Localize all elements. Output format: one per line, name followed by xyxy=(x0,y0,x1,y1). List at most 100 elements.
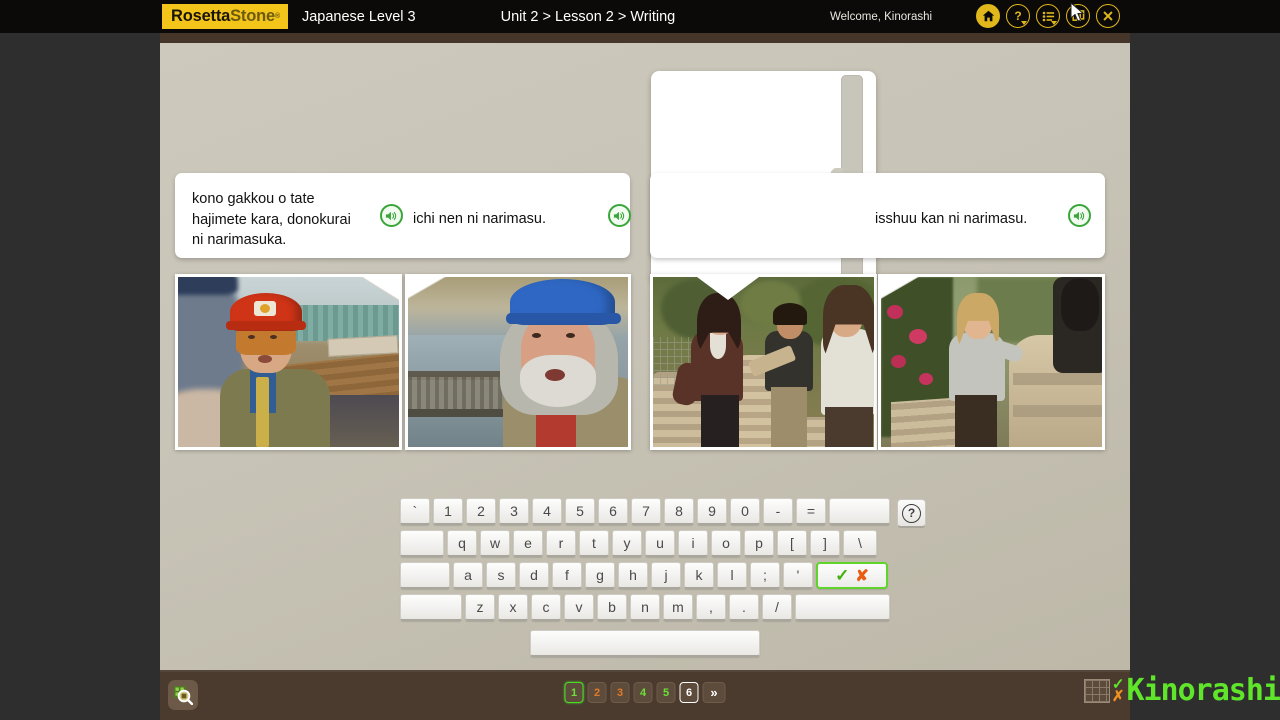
speaker-icon-answer-1[interactable] xyxy=(608,204,631,227)
pager-item-2[interactable]: 2 xyxy=(587,682,607,703)
mouse-cursor xyxy=(1070,2,1085,22)
key-z[interactable]: z xyxy=(465,594,495,621)
key-bracket-right[interactable]: ] xyxy=(810,530,840,557)
key-l[interactable]: l xyxy=(717,562,747,589)
space-key[interactable] xyxy=(530,630,760,657)
logo-trademark: ® xyxy=(274,13,280,20)
key-slash[interactable]: / xyxy=(762,594,792,621)
on-screen-keyboard: ` 1 2 3 4 5 6 7 8 9 0 - = q w e r t y u … xyxy=(400,498,926,662)
dialogue-card-right: isshuu kan ni narimasu. xyxy=(650,173,1105,258)
key-6[interactable]: 6 xyxy=(598,498,628,525)
watermark-cross-icon: ✗ xyxy=(1111,688,1125,705)
enter-key[interactable]: ✓ ✘ xyxy=(816,562,888,589)
chevron-down-icon xyxy=(1051,20,1057,25)
key-bracket-left[interactable]: [ xyxy=(777,530,807,557)
key-f[interactable]: f xyxy=(552,562,582,589)
keyboard-row-numbers: ` 1 2 3 4 5 6 7 8 9 0 - = xyxy=(400,498,890,525)
key-e[interactable]: e xyxy=(513,530,543,557)
check-icon: ✓ xyxy=(835,565,850,585)
cross-icon: ✘ xyxy=(855,567,869,585)
key-r[interactable]: r xyxy=(546,530,576,557)
key-8[interactable]: 8 xyxy=(664,498,694,525)
key-2[interactable]: 2 xyxy=(466,498,496,525)
key-c[interactable]: c xyxy=(531,594,561,621)
speech-tail-photo-3 xyxy=(697,277,759,300)
keyboard-help-button[interactable]: ? xyxy=(897,499,926,528)
photo-garden-group[interactable] xyxy=(650,274,877,450)
key-k[interactable]: k xyxy=(684,562,714,589)
shift-right-key[interactable] xyxy=(795,594,890,621)
key-backtick[interactable]: ` xyxy=(400,498,430,525)
key-equals[interactable]: = xyxy=(796,498,826,525)
key-backslash[interactable]: \ xyxy=(843,530,877,557)
key-minus[interactable]: - xyxy=(763,498,793,525)
key-9[interactable]: 9 xyxy=(697,498,727,525)
key-i[interactable]: i xyxy=(678,530,708,557)
keyboard-row-bottom: z x c v b n m , . / xyxy=(400,594,890,621)
key-comma[interactable]: , xyxy=(696,594,726,621)
key-1[interactable]: 1 xyxy=(433,498,463,525)
key-d[interactable]: d xyxy=(519,562,549,589)
shift-left-key[interactable] xyxy=(400,594,462,621)
key-j[interactable]: j xyxy=(651,562,681,589)
speech-tail-photo-4 xyxy=(881,277,919,299)
menu-icon[interactable] xyxy=(1036,4,1060,28)
key-semicolon[interactable]: ; xyxy=(750,562,780,589)
pager-item-4[interactable]: 4 xyxy=(633,682,653,703)
key-w[interactable]: w xyxy=(480,530,510,557)
key-a[interactable]: a xyxy=(453,562,483,589)
key-y[interactable]: y xyxy=(612,530,642,557)
question-text: kono gakkou o tate hajimete kara, donoku… xyxy=(192,191,351,249)
key-s[interactable]: s xyxy=(486,562,516,589)
key-period[interactable]: . xyxy=(729,594,759,621)
key-0[interactable]: 0 xyxy=(730,498,760,525)
pager-item-1[interactable]: 1 xyxy=(564,682,584,703)
key-g[interactable]: g xyxy=(585,562,615,589)
key-v[interactable]: v xyxy=(564,594,594,621)
help-icon[interactable]: ? xyxy=(1006,4,1030,28)
key-4[interactable]: 4 xyxy=(532,498,562,525)
key-b[interactable]: b xyxy=(597,594,627,621)
logo-text-stone: Stone xyxy=(230,7,275,25)
pager-item-3[interactable]: 3 xyxy=(610,682,630,703)
key-3[interactable]: 3 xyxy=(499,498,529,525)
key-m[interactable]: m xyxy=(663,594,693,621)
home-icon[interactable] xyxy=(976,4,1000,28)
rosetta-stone-logo[interactable]: Rosetta Stone ® xyxy=(162,4,288,29)
question-pager: 1 2 3 4 5 6 » xyxy=(564,682,726,703)
tab-key[interactable] xyxy=(400,530,444,557)
watermark-marks: ✓ ✗ xyxy=(1111,677,1125,705)
key-x[interactable]: x xyxy=(498,594,528,621)
rosetta-stone-app: Rosetta Stone ® Japanese Level 3 Unit 2 > … xyxy=(0,0,1280,720)
close-icon[interactable] xyxy=(1096,4,1120,28)
key-o[interactable]: o xyxy=(711,530,741,557)
key-7[interactable]: 7 xyxy=(631,498,661,525)
key-5[interactable]: 5 xyxy=(565,498,595,525)
speaker-icon-answer-2[interactable] xyxy=(1068,204,1091,227)
pager-item-6[interactable]: 6 xyxy=(679,682,699,703)
key-n[interactable]: n xyxy=(630,594,660,621)
speaker-icon-question[interactable] xyxy=(380,204,403,227)
capslock-key[interactable] xyxy=(400,562,450,589)
answer-1-text: ichi nen ni narimasu. xyxy=(413,211,546,227)
lesson-content-area: kono gakkou o tate hajimete kara, donoku… xyxy=(160,43,1130,670)
key-apostrophe[interactable]: ' xyxy=(783,562,813,589)
key-h[interactable]: h xyxy=(618,562,648,589)
photo-garden-grey-sweater[interactable] xyxy=(878,274,1105,450)
zoom-tool-button[interactable] xyxy=(168,680,198,710)
key-u[interactable]: u xyxy=(645,530,675,557)
keyboard-row-space xyxy=(400,630,890,657)
next-button[interactable]: » xyxy=(702,682,726,703)
backspace-key[interactable] xyxy=(829,498,890,525)
pager-item-5[interactable]: 5 xyxy=(656,682,676,703)
key-t[interactable]: t xyxy=(579,530,609,557)
logo-text-rosetta: Rosetta xyxy=(171,7,231,25)
magnifier-grid-icon xyxy=(174,686,193,705)
top-bar: Rosetta Stone ® Japanese Level 3 Unit 2 > … xyxy=(0,0,1280,33)
chevron-down-icon xyxy=(1021,20,1027,25)
welcome-message: Welcome, Kinorashi xyxy=(830,11,933,23)
photo-bearded-blue-helmet[interactable] xyxy=(405,274,631,450)
photo-construction-red-helmet[interactable] xyxy=(175,274,402,450)
key-p[interactable]: p xyxy=(744,530,774,557)
key-q[interactable]: q xyxy=(447,530,477,557)
